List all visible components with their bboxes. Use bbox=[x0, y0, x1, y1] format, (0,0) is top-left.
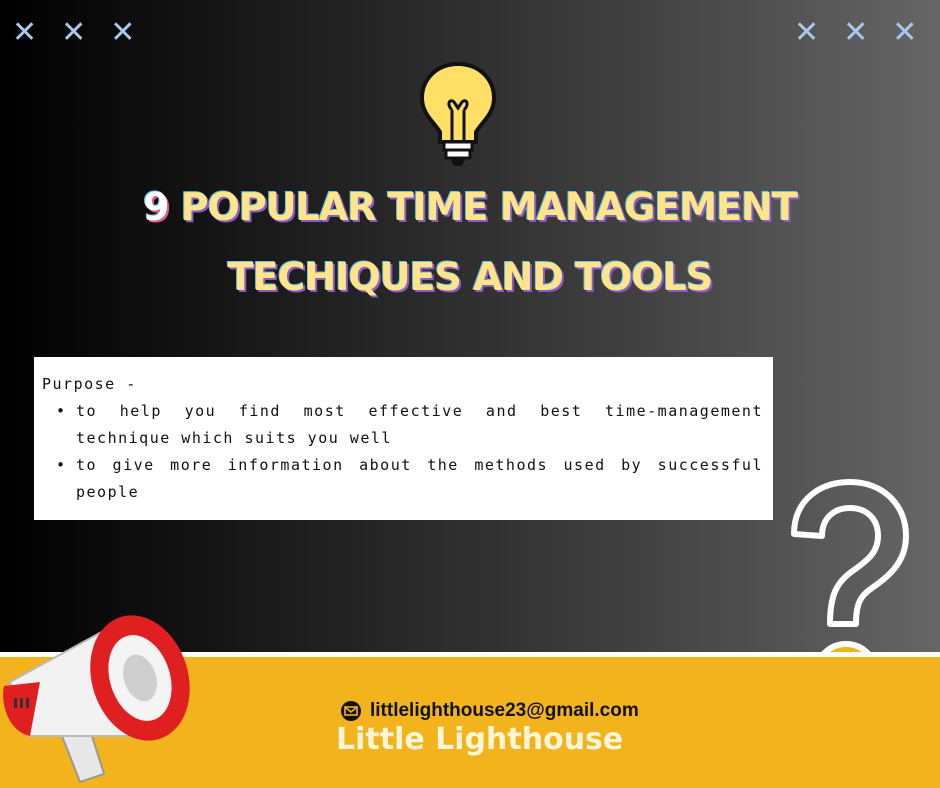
title-line-1: 9 POPULAR TIME MANAGEMENT bbox=[0, 185, 940, 229]
bullet-icon: • bbox=[56, 456, 67, 474]
megaphone-icon bbox=[3, 615, 190, 784]
bullet-icon: • bbox=[56, 402, 67, 420]
mail-icon bbox=[341, 701, 361, 721]
close-x-icon: ✕ bbox=[61, 15, 87, 50]
x-marks-right: ✕ ✕ ✕ bbox=[794, 18, 917, 48]
close-x-icon: ✕ bbox=[110, 15, 136, 50]
close-x-icon: ✕ bbox=[794, 15, 820, 50]
purpose-box: Purpose - • to help you find most effect… bbox=[34, 357, 773, 520]
poster: ✕ ✕ ✕ ✕ ✕ ✕ 9 POPULAR TIME MANAGEMENT TE… bbox=[0, 0, 940, 788]
lightbulb-icon bbox=[419, 61, 497, 166]
x-marks-left: ✕ ✕ ✕ bbox=[12, 18, 135, 48]
list-item: • to help you find most effective and be… bbox=[42, 398, 763, 452]
purpose-heading: Purpose - bbox=[42, 375, 137, 393]
email-text: littlelighthouse23@gmail.com bbox=[370, 700, 639, 721]
close-x-icon: ✕ bbox=[12, 15, 38, 50]
brand-name: Little Lighthouse bbox=[336, 722, 624, 757]
list-item: • to give more information about the met… bbox=[42, 452, 763, 506]
bullet-text: to give more information about the metho… bbox=[76, 456, 763, 501]
title-number: 9 bbox=[143, 185, 169, 229]
close-x-icon: ✕ bbox=[892, 15, 918, 50]
purpose-list: • to help you find most effective and be… bbox=[42, 398, 763, 506]
bullet-text: to help you find most effective and best… bbox=[76, 402, 763, 447]
close-x-icon: ✕ bbox=[843, 15, 869, 50]
title-line-2: TECHIQUES AND TOOLS bbox=[227, 255, 714, 299]
email-line: littlelighthouse23@gmail.com bbox=[340, 700, 639, 722]
title-text-1: POPULAR TIME MANAGEMENT bbox=[180, 185, 798, 229]
